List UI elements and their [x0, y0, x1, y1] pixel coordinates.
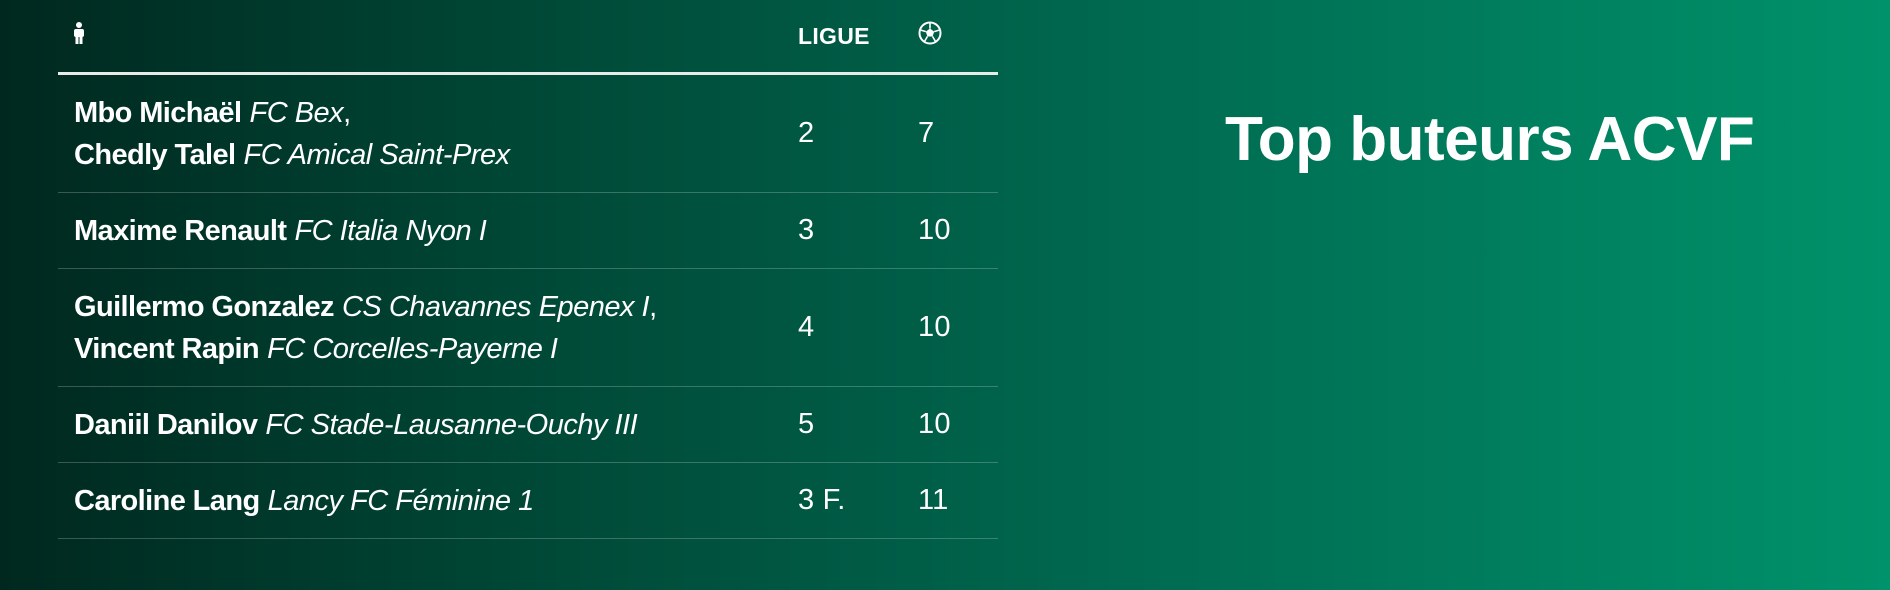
- player-separator: ,: [649, 290, 658, 323]
- league-cell: 5: [798, 386, 918, 463]
- player-entry: Maxime Renault FC Italia Nyon I: [74, 210, 798, 252]
- league-cell: 2: [798, 73, 918, 193]
- league-cell: 3 F.: [798, 462, 918, 539]
- player-entry: Daniil Danilov FC Stade-Lausanne-Ouchy I…: [74, 404, 798, 446]
- goals-cell: 11: [918, 462, 998, 539]
- header-player: [58, 0, 798, 75]
- player-club: FC Italia Nyon I: [294, 214, 487, 247]
- table-row: Mbo Michaël FC Bex, Chedly Talel FC Amic…: [58, 73, 998, 193]
- player-club: FC Amical Saint-Prex: [243, 138, 511, 171]
- player-name: Mbo Michaël: [74, 96, 242, 129]
- header-league: LIGUE: [798, 0, 918, 75]
- player-entry: Vincent Rapin FC Corcelles-Payerne I: [74, 328, 798, 370]
- player-cell: Mbo Michaël FC Bex, Chedly Talel FC Amic…: [58, 73, 798, 193]
- table-row: Maxime Renault FC Italia Nyon I 3 10: [58, 192, 998, 269]
- player-cell: Guillermo Gonzalez CS Chavannes Epenex I…: [58, 268, 798, 387]
- player-club: FC Bex: [249, 96, 344, 129]
- player-cell: Daniil Danilov FC Stade-Lausanne-Ouchy I…: [58, 386, 798, 463]
- player-name: Guillermo Gonzalez: [74, 290, 335, 323]
- table-header-row: LIGUE: [58, 0, 998, 75]
- goals-cell: 10: [918, 192, 998, 269]
- player-cell: Maxime Renault FC Italia Nyon I: [58, 192, 798, 269]
- player-club: FC Stade-Lausanne-Ouchy III: [265, 408, 638, 441]
- player-entry: Chedly Talel FC Amical Saint-Prex: [74, 134, 798, 176]
- player-entry: Mbo Michaël FC Bex,: [74, 92, 798, 134]
- player-entry: Guillermo Gonzalez CS Chavannes Epenex I…: [74, 286, 798, 328]
- player-club: FC Corcelles-Payerne I: [267, 332, 558, 365]
- page-title: Top buteurs ACVF: [1225, 105, 1755, 174]
- scorers-table-container: LIGUE Mbo Michaël FC Bex, Chedly Talel F…: [58, 0, 998, 539]
- table-row: Caroline Lang Lancy FC Féminine 1 3 F. 1…: [58, 462, 998, 539]
- player-cell: Caroline Lang Lancy FC Féminine 1: [58, 462, 798, 539]
- person-icon: [72, 22, 86, 50]
- goals-cell: 7: [918, 73, 998, 193]
- table-row: Daniil Danilov FC Stade-Lausanne-Ouchy I…: [58, 386, 998, 463]
- player-name: Maxime Renault: [74, 214, 287, 247]
- goals-cell: 10: [918, 268, 998, 387]
- header-goals: [918, 0, 998, 75]
- player-entry: Caroline Lang Lancy FC Féminine 1: [74, 480, 798, 522]
- table-row: Guillermo Gonzalez CS Chavannes Epenex I…: [58, 268, 998, 387]
- player-name: Chedly Talel: [74, 138, 236, 171]
- soccer-ball-icon: [918, 21, 942, 51]
- player-name: Daniil Danilov: [74, 408, 258, 441]
- scorers-table: LIGUE Mbo Michaël FC Bex, Chedly Talel F…: [58, 0, 998, 539]
- league-cell: 4: [798, 268, 918, 387]
- player-name: Caroline Lang: [74, 484, 260, 517]
- player-separator: ,: [343, 96, 352, 129]
- player-name: Vincent Rapin: [74, 332, 260, 365]
- player-club: CS Chavannes Epenex I: [341, 290, 650, 323]
- goals-cell: 10: [918, 386, 998, 463]
- player-club: Lancy FC Féminine 1: [267, 484, 535, 517]
- league-cell: 3: [798, 192, 918, 269]
